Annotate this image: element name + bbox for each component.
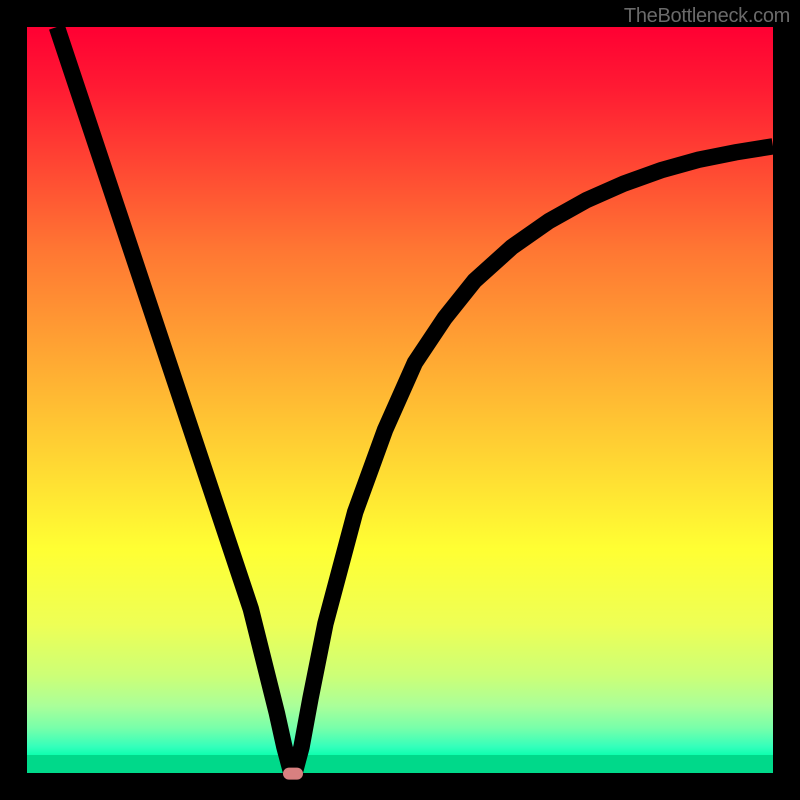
minimum-dot <box>283 768 303 780</box>
chart-frame: TheBottleneck.com <box>0 0 800 800</box>
curve-svg <box>27 27 773 773</box>
plot-area <box>27 27 773 773</box>
watermark-text: TheBottleneck.com <box>624 5 790 28</box>
bottleneck-curve <box>57 27 773 769</box>
